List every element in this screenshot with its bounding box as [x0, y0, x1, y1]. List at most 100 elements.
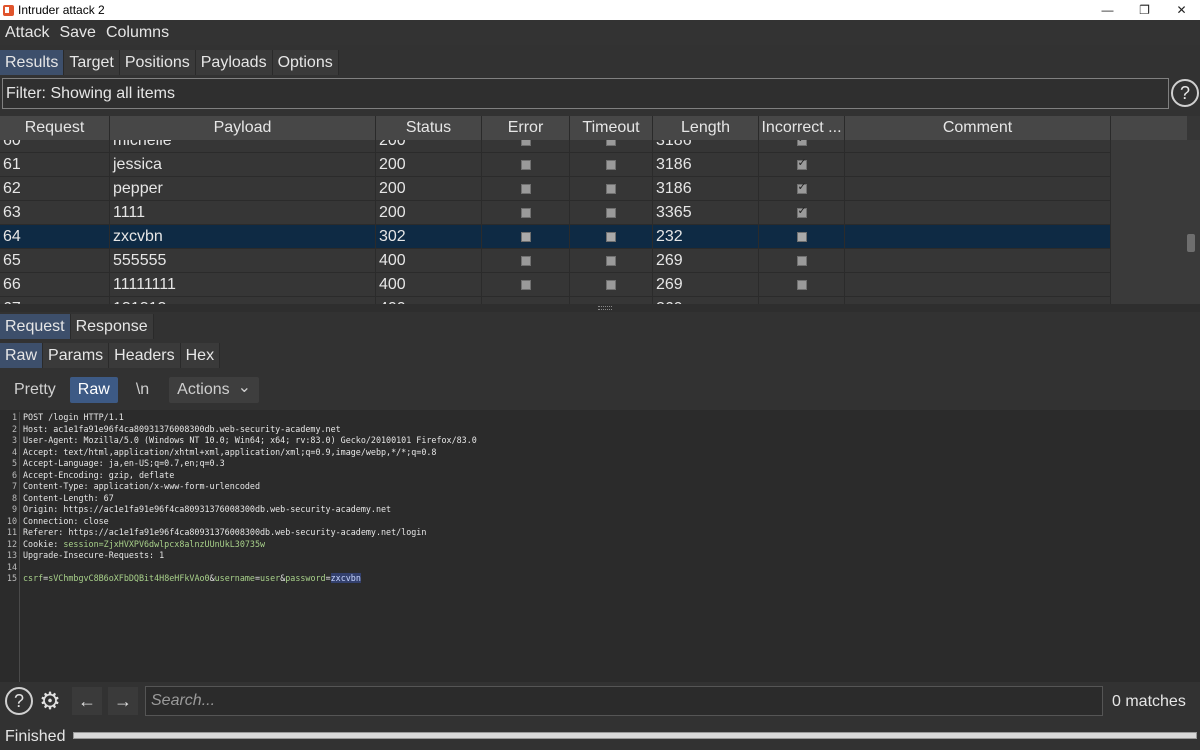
checkbox	[606, 184, 616, 194]
code-line: csrf=sVChmbgvC8B6oXFbDQBit4H8eHFkVAo0&us…	[23, 573, 361, 583]
line-number: 12	[6, 538, 17, 549]
editor-search-bar: ? ⚙ ← → Search... 0 matches	[0, 684, 1200, 718]
cell-request: 63	[0, 201, 110, 225]
next-match-button[interactable]: →	[108, 687, 138, 715]
cell-incorrect	[759, 249, 845, 273]
table-scrollbar-thumb[interactable]	[1187, 234, 1195, 252]
tab-hex[interactable]: Hex	[180, 343, 221, 368]
tab-raw[interactable]: Raw	[0, 343, 44, 368]
table-row[interactable]: 64 zxcvbn 302 232	[0, 225, 1111, 249]
tab-options[interactable]: Options	[272, 50, 339, 75]
tab-payloads[interactable]: Payloads	[195, 50, 273, 75]
checkbox	[520, 208, 531, 218]
col-error[interactable]: Error	[482, 116, 570, 140]
cell-status: 200	[376, 177, 482, 201]
table-row[interactable]: 65 555555 400 269	[0, 249, 1111, 273]
table-row[interactable]: 63 1111 200 3365	[0, 201, 1111, 225]
match-count: 0 matches	[1112, 693, 1186, 710]
cell-timeout	[570, 225, 653, 249]
table-row[interactable]: 61 jessica 200 3186	[0, 153, 1111, 177]
table-row[interactable]: 62 pepper 200 3186	[0, 177, 1111, 201]
cell-error	[482, 177, 570, 201]
table-scrollbar[interactable]	[1111, 140, 1200, 304]
pane-splitter[interactable]	[0, 304, 1200, 312]
status-label: Finished	[5, 728, 66, 745]
previous-match-button[interactable]: ←	[72, 687, 102, 715]
search-input[interactable]: Search...	[145, 686, 1103, 716]
pretty-button[interactable]: Pretty	[6, 377, 64, 403]
request-editor[interactable]: 1 2 3 4 5 6 7 8 9 10 11 12 13 14 15 POST /login HTTP/1…	[0, 410, 1200, 682]
cell-request: 66	[0, 273, 110, 297]
col-filler	[1111, 116, 1187, 140]
menu-save[interactable]: Save	[54, 24, 100, 42]
menu-columns[interactable]: Columns	[101, 24, 174, 42]
cell-comment	[845, 153, 1111, 177]
cell-incorrect	[759, 153, 845, 177]
checkbox	[606, 232, 616, 242]
cell-comment	[845, 177, 1111, 201]
editor-toolbar: Pretty Raw \n Actions ⌄	[2, 374, 265, 406]
checkbox	[796, 256, 807, 266]
col-request[interactable]: Request	[0, 116, 110, 140]
burp-app-icon	[3, 4, 14, 16]
chevron-down-icon: ⌄	[237, 379, 252, 396]
menu-attack[interactable]: Attack	[0, 24, 54, 42]
filter-bar[interactable]: Filter: Showing all items	[2, 78, 1169, 109]
code-line: Origin: https://ac1e1fa91e96f4ca80931376…	[23, 504, 392, 514]
cell-request: 64	[0, 225, 110, 249]
help-icon[interactable]: ?	[1171, 79, 1199, 107]
settings-gear-icon[interactable]: ⚙	[36, 687, 64, 715]
splitter-grip[interactable]	[598, 306, 612, 310]
col-comment[interactable]: Comment	[845, 116, 1111, 140]
cell-incorrect	[759, 225, 845, 249]
newline-toggle-button[interactable]: \n	[128, 377, 157, 403]
code-line: Connection: close	[23, 515, 109, 526]
cell-comment	[845, 249, 1111, 273]
cell-incorrect	[759, 297, 845, 304]
col-timeout[interactable]: Timeout	[570, 116, 653, 140]
close-button[interactable]: ✕	[1163, 0, 1200, 20]
tab-headers[interactable]: Headers	[109, 343, 181, 368]
cell-payload: 555555	[110, 249, 376, 273]
table-row[interactable]: 67131313400 269	[0, 297, 1111, 304]
cell-status: 400	[376, 249, 482, 273]
line-number: 8	[11, 492, 17, 503]
cell-payload: pepper	[110, 177, 376, 201]
line-number: 1	[11, 412, 17, 422]
help-icon[interactable]: ?	[5, 687, 33, 715]
checkbox	[520, 160, 531, 170]
cell-status: 200	[376, 201, 482, 225]
cell-status: 200	[376, 153, 482, 177]
col-incorrect[interactable]: Incorrect ...	[759, 116, 845, 140]
cell-incorrect	[759, 177, 845, 201]
cell-timeout	[570, 201, 653, 225]
cell-payload: zxcvbn	[110, 225, 376, 249]
actions-dropdown[interactable]: Actions ⌄	[169, 377, 260, 403]
code-line: Content-Type: application/x-www-form-url…	[23, 481, 260, 491]
col-length[interactable]: Length	[653, 116, 759, 140]
cell-error	[482, 201, 570, 225]
tab-params[interactable]: Params	[43, 343, 110, 368]
code-line: POST /login HTTP/1.1	[23, 412, 124, 422]
table-row[interactable]: 66 11111111 400 269	[0, 273, 1111, 297]
raw-button[interactable]: Raw	[69, 377, 118, 403]
tab-positions[interactable]: Positions	[119, 50, 196, 75]
checkbox	[796, 156, 807, 170]
tab-response[interactable]: Response	[70, 314, 154, 339]
tab-target[interactable]: Target	[64, 50, 120, 75]
col-payload[interactable]: Payload	[110, 116, 376, 140]
minimize-button[interactable]: —	[1089, 0, 1126, 20]
tab-request[interactable]: Request	[0, 314, 71, 339]
cell-length: 3186	[653, 153, 759, 177]
col-status[interactable]: Status	[376, 116, 482, 140]
restore-button[interactable]: ❐	[1126, 0, 1163, 20]
checkbox	[606, 280, 616, 290]
main-tabs: Results Target Positions Payloads Option…	[0, 50, 339, 75]
line-number: 7	[11, 481, 17, 491]
checkbox	[796, 280, 807, 290]
tab-results[interactable]: Results	[0, 50, 65, 75]
actions-label: Actions	[177, 381, 230, 398]
cell-request: 62	[0, 177, 110, 201]
cell-error	[482, 297, 570, 304]
cell-status: 302	[376, 225, 482, 249]
